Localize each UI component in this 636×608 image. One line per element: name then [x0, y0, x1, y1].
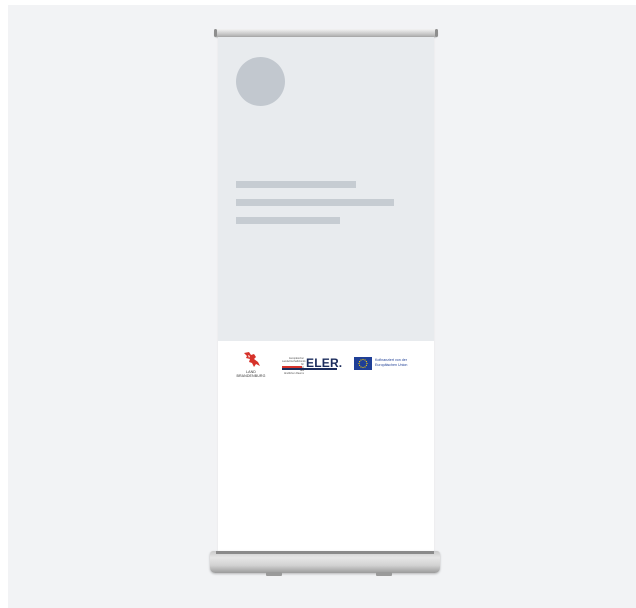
- rollup-base: [210, 551, 440, 576]
- rollup-banner: LAND BRANDENBURG Europäischer Landwirtsc…: [218, 37, 434, 554]
- base-foot-left: [266, 572, 282, 576]
- placeholder-text-line: [236, 199, 394, 206]
- placeholder-text-line: [236, 217, 340, 224]
- brandenburg-eagle-icon: [244, 352, 260, 367]
- eler-red-accent: [282, 366, 302, 368]
- brandenburg-logo: LAND BRANDENBURG: [234, 351, 268, 379]
- base-housing: [210, 551, 440, 573]
- banner-placeholder-area: [218, 37, 434, 341]
- brandenburg-line2: BRANDENBURG: [236, 374, 266, 378]
- placeholder-text-line: [236, 181, 356, 188]
- placeholder-circle: [236, 57, 285, 106]
- rollup-top-bar: [214, 29, 438, 37]
- eu-cofunded-logo: Kofinanziert von der Europäischen Union: [354, 357, 420, 371]
- eu-flag-icon: [354, 357, 372, 370]
- funding-logos-row: LAND BRANDENBURG Europäischer Landwirtsc…: [218, 341, 434, 391]
- top-bar-cap-right: [435, 29, 438, 37]
- eler-logo: Europäischer Landwirtschaftsfonds für di…: [282, 355, 342, 375]
- eu-stars-icon: [358, 358, 368, 369]
- eu-cofunded-text: Kofinanziert von der Europäischen Union: [375, 358, 421, 368]
- base-slot: [216, 551, 434, 554]
- eu-line2: Europäischen Union: [375, 363, 408, 367]
- eler-small-line: ländlichen Raums: [284, 372, 304, 375]
- brandenburg-logo-text: LAND BRANDENBURG: [234, 370, 268, 378]
- base-foot-right: [376, 572, 392, 576]
- top-bar-cap-left: [214, 29, 217, 37]
- eler-underline: [282, 368, 337, 370]
